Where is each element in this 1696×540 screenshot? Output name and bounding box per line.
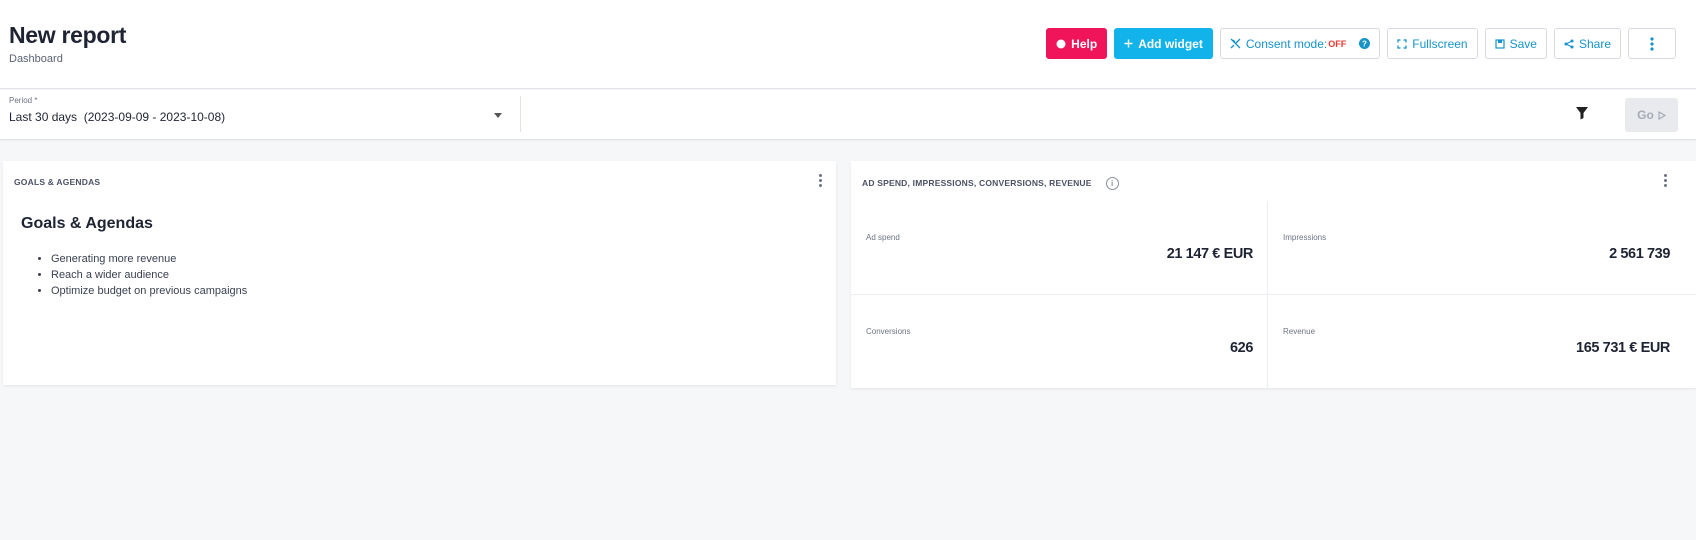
- info-icon[interactable]: i: [1105, 177, 1119, 190]
- metric-label: Ad spend: [866, 233, 900, 242]
- filter-divider: [520, 96, 521, 132]
- fullscreen-button[interactable]: Fullscreen: [1387, 28, 1478, 59]
- filter-bar: Period * Last 30 days (2023-09-09 - 2023…: [0, 90, 1696, 140]
- widget-menu-icon[interactable]: [814, 171, 826, 189]
- goals-widget: GOALS & AGENDAS Goals & Agendas Generati…: [3, 161, 836, 385]
- play-icon: [1658, 110, 1666, 120]
- fullscreen-label: Fullscreen: [1412, 36, 1468, 51]
- goals-list: Generating more revenue Reach a wider au…: [51, 251, 247, 299]
- widget-title: AD SPEND, IMPRESSIONS, CONVERSIONS, REVE…: [862, 177, 1119, 190]
- goals-heading: Goals & Agendas: [21, 215, 153, 232]
- period-dropdown-icon[interactable]: [494, 113, 502, 118]
- plus-icon: [1124, 39, 1133, 48]
- consent-mode-label: Consent mode:: [1245, 36, 1328, 51]
- metric-label: Conversions: [866, 327, 911, 336]
- metric-value: 165 731 € EUR: [1576, 340, 1670, 356]
- kpi-widget: AD SPEND, IMPRESSIONS, CONVERSIONS, REVE…: [851, 161, 1696, 388]
- metric-value: 21 147 € EUR: [1166, 246, 1254, 262]
- share-button[interactable]: Share: [1553, 28, 1621, 59]
- help-circle-icon: [1056, 39, 1066, 49]
- save-label: Save: [1509, 36, 1537, 51]
- goal-item: Optimize budget on previous campaigns: [51, 283, 247, 299]
- goal-item: Generating more revenue: [51, 251, 247, 267]
- filter-icon[interactable]: [1575, 106, 1589, 125]
- kpi-widget-title: AD SPEND, IMPRESSIONS, CONVERSIONS, REVE…: [862, 177, 1092, 188]
- page-subtitle: Dashboard: [9, 53, 63, 65]
- more-vertical-icon: [1650, 36, 1654, 51]
- metric-label: Impressions: [1283, 233, 1327, 242]
- goal-item: Reach a wider audience: [51, 267, 247, 283]
- consent-mode-button[interactable]: Consent mode: OFF ?: [1219, 28, 1381, 59]
- go-button[interactable]: Go: [1625, 98, 1678, 132]
- help-button[interactable]: Help: [1046, 28, 1108, 59]
- header-actions: Help Add widget Consent mode: OFF ? Full…: [1046, 28, 1676, 59]
- save-icon: [1495, 38, 1505, 49]
- consent-off-icon: [1230, 38, 1241, 49]
- question-icon[interactable]: ?: [1359, 38, 1371, 49]
- period-label: Period *: [9, 96, 38, 105]
- metric-ad-spend: Ad spend 21 147 € EUR: [851, 201, 1268, 295]
- widget-menu-icon[interactable]: [1659, 171, 1671, 189]
- metric-label: Revenue: [1283, 327, 1316, 336]
- metric-conversions: Conversions 626: [851, 295, 1268, 389]
- help-button-label: Help: [1071, 36, 1098, 51]
- metric-revenue: Revenue 165 731 € EUR: [1268, 295, 1685, 389]
- share-label: Share: [1578, 36, 1611, 51]
- widget-title: GOALS & AGENDAS: [14, 177, 101, 187]
- go-label: Go: [1637, 108, 1654, 122]
- metric-value: 2 561 739: [1609, 246, 1670, 262]
- save-button[interactable]: Save: [1484, 28, 1547, 59]
- report-header: New report Dashboard Help Add widget Con…: [0, 0, 1696, 89]
- fullscreen-icon: [1397, 38, 1407, 49]
- share-icon: [1564, 39, 1574, 49]
- add-widget-label: Add widget: [1138, 36, 1203, 51]
- metric-value: 626: [1230, 340, 1253, 356]
- more-options-button[interactable]: [1628, 28, 1676, 59]
- svg-text:?: ?: [1362, 40, 1367, 49]
- metric-impressions: Impressions 2 561 739: [1268, 201, 1685, 295]
- period-select[interactable]: Last 30 days (2023-09-09 - 2023-10-08): [9, 110, 225, 124]
- add-widget-button[interactable]: Add widget: [1114, 28, 1213, 59]
- page-title: New report: [9, 22, 127, 48]
- consent-state: OFF: [1328, 38, 1347, 49]
